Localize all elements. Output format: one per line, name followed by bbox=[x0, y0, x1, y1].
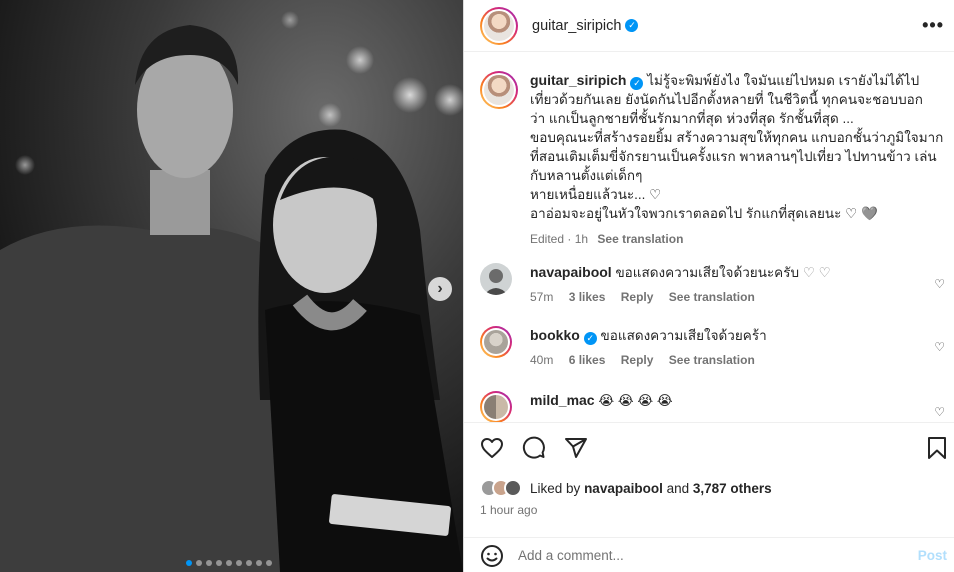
caption-avatar[interactable] bbox=[480, 71, 518, 109]
liked-by-connector: and bbox=[666, 480, 690, 496]
edited-timestamp: Edited · 1h bbox=[530, 232, 589, 246]
comment-text: ขอแสดงความเสียใจด้วยนะครับ bbox=[615, 265, 800, 280]
post-time-ago[interactable]: 1 hour ago bbox=[480, 503, 537, 517]
caption: guitar_siripich ✓ ไม่รู้จะพิมพ์ยังไง ใจมั… bbox=[480, 71, 950, 246]
liker-avatars bbox=[480, 479, 522, 497]
comment-text: 😭 😭 😭 😭 bbox=[598, 393, 673, 408]
commenter-username[interactable]: bookko bbox=[530, 327, 580, 343]
post-side-panel: guitar_siripich ✓ ••• guitar_siripich ✓ ไ… bbox=[463, 0, 954, 572]
commenter-username[interactable]: mild_mac bbox=[530, 392, 595, 408]
comment-item: navapaibool ขอแสดงความเสียใจด้วยนะครับ ♡… bbox=[480, 263, 950, 304]
carousel-dot bbox=[216, 560, 222, 566]
comment-icon[interactable] bbox=[522, 436, 546, 460]
comment-likes[interactable]: 6 likes bbox=[569, 353, 606, 367]
comment-time: 40m bbox=[530, 353, 554, 367]
heart-icon[interactable]: ♡ bbox=[934, 340, 945, 354]
carousel-dot bbox=[246, 560, 252, 566]
verified-icon: ✓ bbox=[630, 77, 644, 90]
carousel-next-button[interactable]: › bbox=[428, 277, 452, 301]
comment-item: mild_mac 😭 😭 😭 😭 ♡ bbox=[480, 391, 950, 422]
commenter-avatar[interactable] bbox=[480, 326, 512, 358]
see-translation-link[interactable]: See translation bbox=[597, 232, 683, 246]
comment-meta: 57m 3 likes Reply See translation bbox=[530, 290, 950, 304]
caption-line: ที่สอนเติมเต็มขี่จักรยานเป็นครั้งแรก พาห… bbox=[530, 149, 937, 164]
verified-icon: ✓ bbox=[625, 19, 639, 32]
caption-line: กับหลานตั้งแต่เด็กๆ bbox=[530, 168, 643, 183]
comment-item: bookko ✓ ขอแสดงความเสียใจด้วยคร้า 40m 6 l… bbox=[480, 326, 950, 367]
liked-by-others[interactable]: 3,787 others bbox=[693, 481, 772, 496]
caption-line: ว่า แกเป็นลูกชายที่ชั้นรักมากที่สุด ห่วง… bbox=[530, 111, 854, 126]
share-icon[interactable] bbox=[564, 436, 588, 460]
chevron-right-icon: › bbox=[437, 280, 443, 297]
bookmark-button[interactable] bbox=[925, 436, 949, 460]
see-translation-link[interactable]: See translation bbox=[669, 290, 755, 304]
caption-line: อาอ่อมจะอยู่ในหัวใจพวกเราตลอดไป รักแกที่… bbox=[530, 206, 878, 221]
comment-body: mild_mac 😭 😭 😭 😭 bbox=[530, 391, 950, 410]
likes-summary: Liked by navapaibool and 3,787 others bbox=[480, 479, 772, 497]
comments-scroll-area[interactable]: guitar_siripich ✓ ไม่รู้จะพิมพ์ยังไง ใจมั… bbox=[464, 53, 954, 422]
post-header: guitar_siripich ✓ ••• bbox=[464, 0, 954, 52]
see-translation-link[interactable]: See translation bbox=[669, 353, 755, 367]
verified-icon: ✓ bbox=[583, 331, 597, 345]
liked-by-user[interactable]: navapaibool bbox=[584, 481, 663, 496]
carousel-dot bbox=[196, 560, 202, 566]
heart-icon[interactable]: ♡ bbox=[934, 405, 945, 419]
caption-line: ขอบคุณนะที่สร้างรอยยิ้ม สร้างความสุขให้ท… bbox=[530, 130, 944, 145]
author-username[interactable]: guitar_siripich bbox=[532, 18, 621, 34]
comment-body: bookko ✓ ขอแสดงความเสียใจด้วยคร้า bbox=[530, 326, 950, 345]
comment-emoji: ♡ ♡ bbox=[802, 265, 831, 280]
comment-body: navapaibool ขอแสดงความเสียใจด้วยนะครับ ♡… bbox=[530, 263, 950, 282]
carousel-dot bbox=[256, 560, 262, 566]
caption-line: ไม่รู้จะพิมพ์ยังไง ใจมันแย่ไปหมด เรายังไ… bbox=[647, 73, 920, 88]
add-comment-bar: Post bbox=[464, 537, 954, 572]
post-actions: Liked by navapaibool and 3,787 others 1 … bbox=[464, 422, 954, 572]
post-photo[interactable]: › bbox=[0, 0, 463, 572]
avatar bbox=[504, 479, 522, 497]
commenter-avatar[interactable] bbox=[480, 263, 512, 295]
caption-text: guitar_siripich ✓ ไม่รู้จะพิมพ์ยังไง ใจมั… bbox=[530, 71, 950, 223]
comment-meta: 40m 6 likes Reply See translation bbox=[530, 353, 950, 367]
liked-by-prefix: Liked by bbox=[530, 480, 581, 496]
comment-input[interactable] bbox=[518, 548, 888, 563]
action-icons bbox=[480, 436, 588, 460]
carousel-dot bbox=[226, 560, 232, 566]
post-comment-button[interactable]: Post bbox=[918, 548, 947, 563]
carousel-dots bbox=[186, 560, 272, 566]
commenter-avatar[interactable] bbox=[480, 391, 512, 422]
reply-button[interactable]: Reply bbox=[621, 290, 654, 304]
caption-line: หายเหนื่อยแล้วนะ... ♡ bbox=[530, 187, 662, 202]
carousel-dot bbox=[206, 560, 212, 566]
heart-icon[interactable] bbox=[480, 436, 504, 460]
carousel-dot bbox=[266, 560, 272, 566]
comment-likes[interactable]: 3 likes bbox=[569, 290, 606, 304]
caption-username[interactable]: guitar_siripich bbox=[530, 72, 626, 88]
reply-button[interactable]: Reply bbox=[621, 353, 654, 367]
commenter-username[interactable]: navapaibool bbox=[530, 264, 612, 280]
heart-icon[interactable]: ♡ bbox=[934, 277, 945, 291]
bookmark-icon[interactable] bbox=[925, 436, 949, 460]
emoji-icon[interactable] bbox=[480, 544, 504, 568]
caption-line: เที่ยวด้วยกันเลย ยังนัดกันไปอีกตั้งหลายท… bbox=[530, 92, 923, 107]
comment-time: 57m bbox=[530, 290, 554, 304]
author-avatar[interactable] bbox=[480, 6, 518, 45]
comment-text: ขอแสดงความเสียใจด้วยคร้า bbox=[600, 328, 767, 343]
caption-meta: Edited · 1h See translation bbox=[530, 232, 950, 246]
carousel-dot bbox=[236, 560, 242, 566]
photo-image bbox=[0, 0, 463, 572]
more-icon[interactable]: ••• bbox=[922, 15, 944, 36]
carousel-dot bbox=[186, 560, 192, 566]
